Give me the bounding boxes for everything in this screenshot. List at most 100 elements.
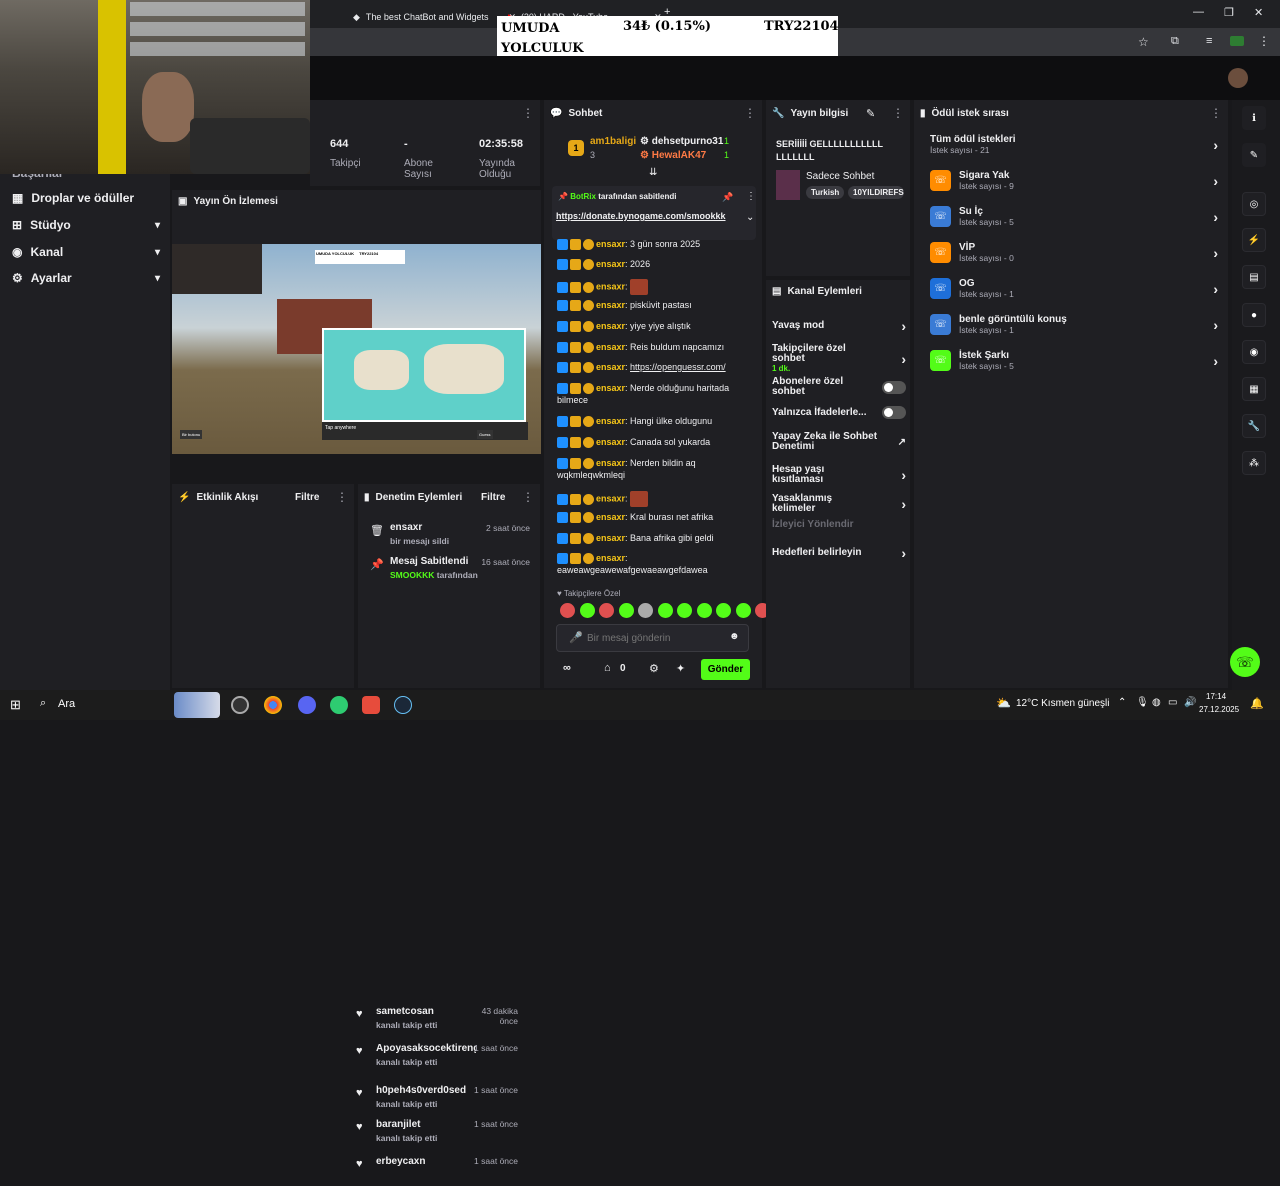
kebab-icon[interactable]: ⋮ <box>744 106 756 120</box>
sidebar-item-channel[interactable]: ◉ Kanal ▾ <box>12 245 160 259</box>
taskbar-app-icon[interactable] <box>330 696 348 714</box>
chat-username[interactable]: ensaxr <box>596 416 625 426</box>
edit-icon[interactable]: ✎ <box>1242 143 1266 167</box>
discord-icon[interactable] <box>298 696 316 714</box>
channel-action-row[interactable]: Hedefleri belirleyin › <box>772 545 906 561</box>
filter-button[interactable]: Filtre <box>481 492 505 503</box>
bot-icon[interactable]: ✦ <box>676 662 685 675</box>
chat-username[interactable]: ensaxr <box>596 437 625 447</box>
preview-video[interactable]: UMUDA YOLCULUK TRY22104 Tap anywhere Bir… <box>172 244 541 454</box>
broadcast-icon[interactable]: ◉ <box>1242 340 1266 364</box>
chat-username[interactable]: ensaxr <box>596 321 625 331</box>
leader-name[interactable]: ⚙ dehsetpurno31 <box>640 136 723 147</box>
chat-input-box[interactable]: 🎤 ☻ <box>556 624 749 652</box>
chevron-down-icon[interactable]: ⌄ <box>746 212 754 223</box>
chat-username[interactable]: ensaxr <box>596 553 625 563</box>
reward-item[interactable]: ☏ Su İç İstek sayısı - 5 › <box>930 206 1218 227</box>
taskbar-app-icon[interactable] <box>231 696 249 714</box>
chat-text[interactable]: https://openguessr.com/ <box>630 362 726 372</box>
support-button[interactable]: ☏ <box>1230 647 1260 677</box>
clipboard-icon[interactable]: ▤ <box>1242 265 1266 289</box>
chat-username[interactable]: ensaxr <box>596 458 625 468</box>
store-icon[interactable]: ⌂ <box>604 662 611 674</box>
reward-item[interactable]: ☏ benle görüntülü konuş İstek sayısı - 1 › <box>930 314 1218 335</box>
unpin-icon[interactable]: 📌 <box>722 192 733 203</box>
emote-icon[interactable] <box>618 603 634 618</box>
channel-action-row[interactable]: Yavaş mod › <box>772 318 906 334</box>
emote-icon[interactable] <box>677 603 692 618</box>
pinned-link[interactable]: https://donate.bynogame.com/smookkk <box>556 210 728 222</box>
reward-all-requests[interactable]: Tüm ödül istekleri İstek sayısı - 21 › <box>930 134 1218 155</box>
sidebar-item-studio[interactable]: ⊞ Stüdyo ▾ <box>12 218 160 232</box>
emote-icon[interactable] <box>599 603 614 618</box>
chat-username[interactable]: ensaxr <box>596 512 625 522</box>
weather-icon[interactable]: ⛅ <box>996 696 1011 710</box>
playlist-icon[interactable]: ≡ <box>1206 35 1212 47</box>
menu-icon[interactable]: ⋮ <box>1258 34 1270 48</box>
extensions-icon[interactable]: ⧉ <box>1171 35 1179 48</box>
filter-button[interactable]: Filtre <box>295 492 319 503</box>
target-icon[interactable]: ◎ <box>1242 192 1266 216</box>
channel-action-row[interactable]: Abonelere özel sohbet <box>772 377 906 397</box>
chrome-icon[interactable] <box>264 696 282 714</box>
reward-item[interactable]: ☏ OG İstek sayısı - 1 › <box>930 278 1218 299</box>
chat-username[interactable]: ensaxr <box>596 259 625 269</box>
kebab-icon[interactable]: ⋮ <box>336 490 348 504</box>
preview-map[interactable] <box>322 328 526 422</box>
chat-username[interactable]: ensaxr <box>596 493 625 503</box>
taskbar-search[interactable]: Ara <box>58 698 75 710</box>
search-icon[interactable]: ⌕ <box>40 697 46 710</box>
star-icon[interactable]: ☆ <box>1138 35 1149 49</box>
steam-tray-icon[interactable]: ◍ <box>1152 697 1161 708</box>
channel-action-row[interactable]: Yasaklanmış kelimeler › <box>772 494 906 514</box>
emoji-icon[interactable]: ☻ <box>729 631 740 642</box>
toggle-switch[interactable] <box>882 406 906 419</box>
apps-icon[interactable]: ⁂ <box>1242 451 1266 475</box>
emote-icon[interactable] <box>735 603 751 618</box>
reward-item[interactable]: ☏ Sigara Yak İstek sayısı - 9 › <box>930 170 1218 191</box>
emote-icon[interactable] <box>696 603 712 618</box>
close-window-button[interactable]: ✕ <box>1254 6 1263 19</box>
channel-action-row[interactable]: Yalnızca İfadelerle... <box>772 406 906 419</box>
channel-action-row[interactable]: Yapay Zeka ile Sohbet Denetimi ↗ <box>772 432 906 452</box>
volume-icon[interactable]: 🔊 <box>1184 697 1196 708</box>
kebab-icon[interactable]: ⋮ <box>522 106 534 120</box>
layout-icon[interactable]: ▦ <box>1242 377 1266 401</box>
tray-chevron-icon[interactable]: ⌃ <box>1118 697 1126 708</box>
info-icon[interactable]: ℹ <box>1242 106 1266 130</box>
streaming-app-icon[interactable] <box>362 696 380 714</box>
maximize-button[interactable]: ❐ <box>1224 6 1234 19</box>
kebab-icon[interactable]: ⋮ <box>892 106 904 120</box>
channel-action-row[interactable]: Hesap yaşı kısıtlaması › <box>772 465 906 485</box>
chat-username[interactable]: ensaxr <box>596 362 625 372</box>
chat-username[interactable]: ensaxr <box>596 281 625 291</box>
chat-username[interactable]: ensaxr <box>596 342 625 352</box>
chat-username[interactable]: ensaxr <box>596 239 625 249</box>
chat-username[interactable]: ensaxr <box>596 300 625 310</box>
notification-icon[interactable]: 🔔 <box>1250 697 1264 710</box>
chat-username[interactable]: ensaxr <box>596 383 625 393</box>
emote-icon[interactable] <box>560 603 575 618</box>
lightning-icon[interactable]: ⚡ <box>1242 228 1266 252</box>
widgets-image[interactable] <box>174 692 220 718</box>
chat-username[interactable]: ensaxr <box>596 533 625 543</box>
sidebar-item-drops[interactable]: ▦ Droplar ve ödüller <box>12 191 160 205</box>
chat-icon[interactable]: ● <box>1242 303 1266 327</box>
reward-item[interactable]: ☏ VİP İstek sayısı - 0 › <box>930 242 1218 263</box>
leader-name[interactable]: ⚙ HewalAK47 <box>640 150 706 161</box>
leader-name[interactable]: am1baligi <box>590 136 636 147</box>
kebab-icon[interactable]: ⋮ <box>746 191 756 202</box>
avatar[interactable] <box>1228 68 1248 88</box>
extension-badge-icon[interactable] <box>1230 36 1244 46</box>
kebab-icon[interactable]: ⋮ <box>522 490 534 504</box>
sidebar-item-settings[interactable]: ⚙ Ayarlar ▾ <box>12 271 160 285</box>
emote-icon[interactable] <box>716 603 731 618</box>
chat-input[interactable] <box>587 630 717 646</box>
infinity-icon[interactable]: ∞ <box>563 662 571 674</box>
send-button[interactable]: Gönder <box>701 659 750 680</box>
windows-start-icon[interactable]: ⊞ <box>10 697 21 713</box>
minimize-button[interactable]: — <box>1193 6 1204 18</box>
mic-icon[interactable]: 🎙 <box>1136 697 1149 708</box>
wrench-icon[interactable]: 🔧 <box>1242 414 1266 438</box>
emote-icon[interactable] <box>657 603 673 618</box>
